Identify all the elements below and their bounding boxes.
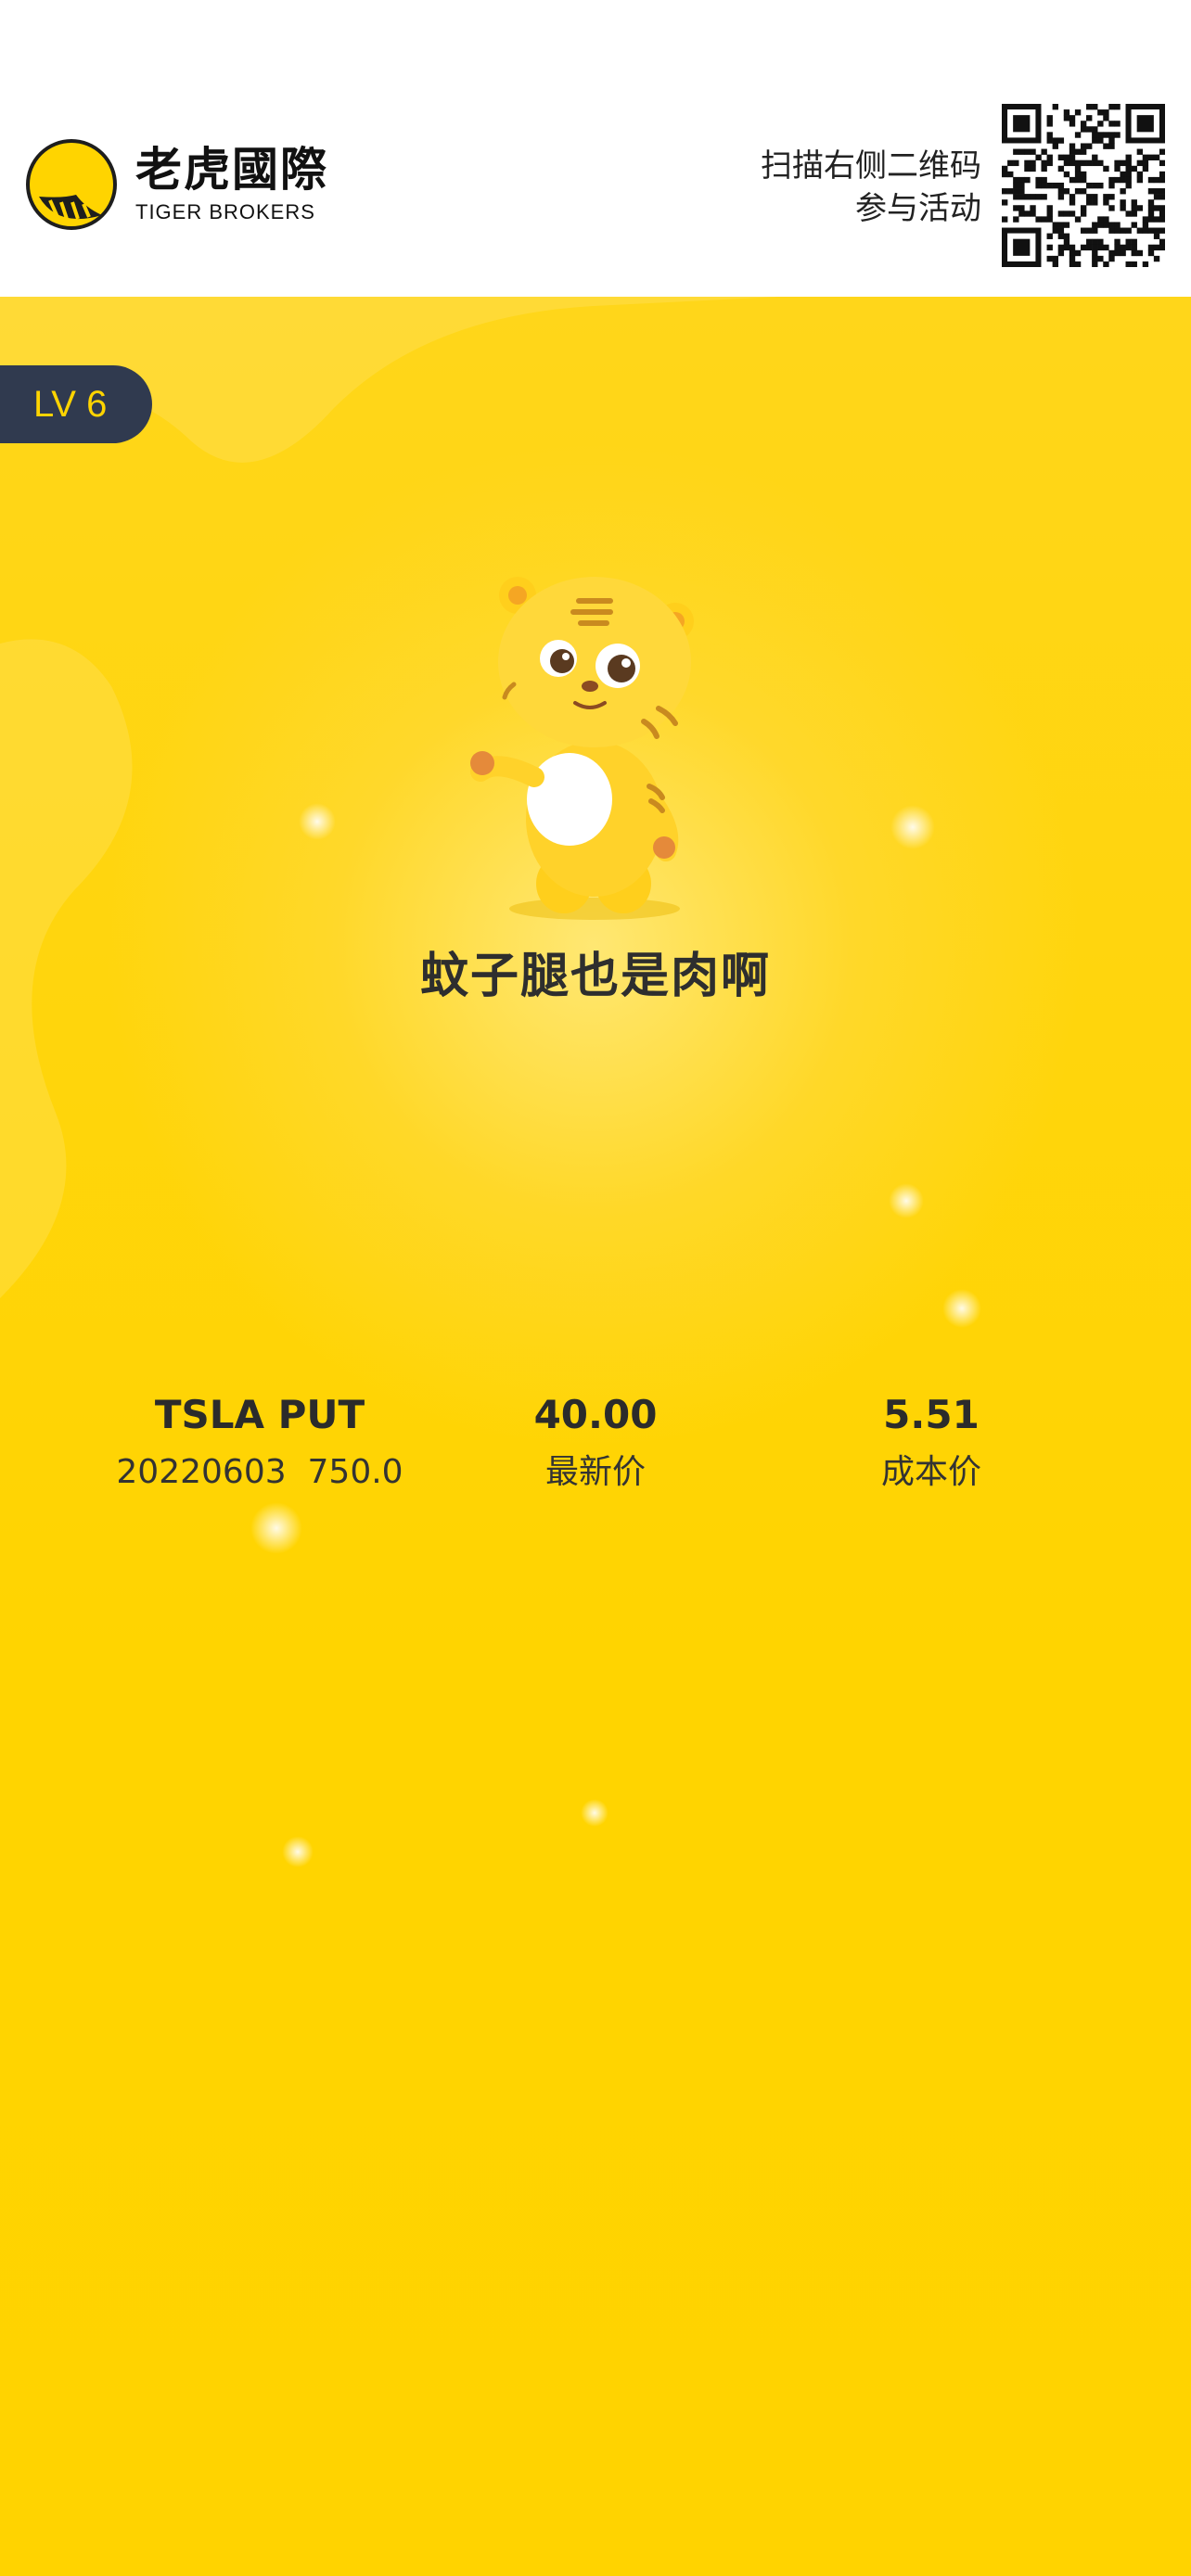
qr-code-icon[interactable]	[1002, 104, 1166, 268]
brand-name-cn: 老虎國際	[135, 143, 328, 197]
sparkle	[889, 1183, 924, 1218]
level-badge: LV 6	[0, 365, 152, 443]
sparkle	[299, 803, 336, 840]
sparkle	[250, 1502, 302, 1554]
position-name: TSLA PUT	[154, 1392, 365, 1437]
scan-instruction: 扫描右侧二维码 参与活动	[761, 145, 981, 230]
position-contract: 20220603 750.0	[116, 1453, 403, 1491]
brand-name-en: TIGER BROKERS	[135, 200, 315, 223]
position-stats: TSLA PUT 20220603 750.0 40.00 最新价 5.51 成…	[0, 1389, 1191, 1500]
tiger-logo-icon	[26, 139, 117, 230]
tiger-mascot-icon	[460, 573, 729, 925]
position-name-block: TSLA PUT 20220603 750.0	[93, 1389, 427, 1498]
scan-instruction-line2: 参与活动	[855, 190, 981, 227]
brand-name: 老虎國際 TIGER BROKERS	[135, 145, 328, 224]
scan-instruction-line1: 扫描右侧二维码	[761, 147, 981, 185]
brand-logo: 老虎國際 TIGER BROKERS	[26, 139, 328, 230]
sparkle	[282, 1836, 314, 1868]
latest-price-label: 最新价	[544, 1453, 646, 1491]
share-header: 老虎國際 TIGER BROKERS 扫描右侧二维码 参与活动	[0, 0, 1191, 297]
cost-price-block: 5.51 成本价	[783, 1389, 1080, 1498]
slogan-text: 蚊子腿也是肉啊	[419, 949, 771, 1004]
sparkle	[942, 1289, 981, 1328]
sparkle	[890, 805, 935, 849]
latest-price-value: 40.00	[533, 1392, 658, 1437]
sparkle	[581, 1799, 608, 1827]
cost-price-value: 5.51	[883, 1392, 980, 1437]
latest-price-block: 40.00 最新价	[447, 1389, 744, 1498]
cost-price-label: 成本价	[880, 1453, 981, 1491]
